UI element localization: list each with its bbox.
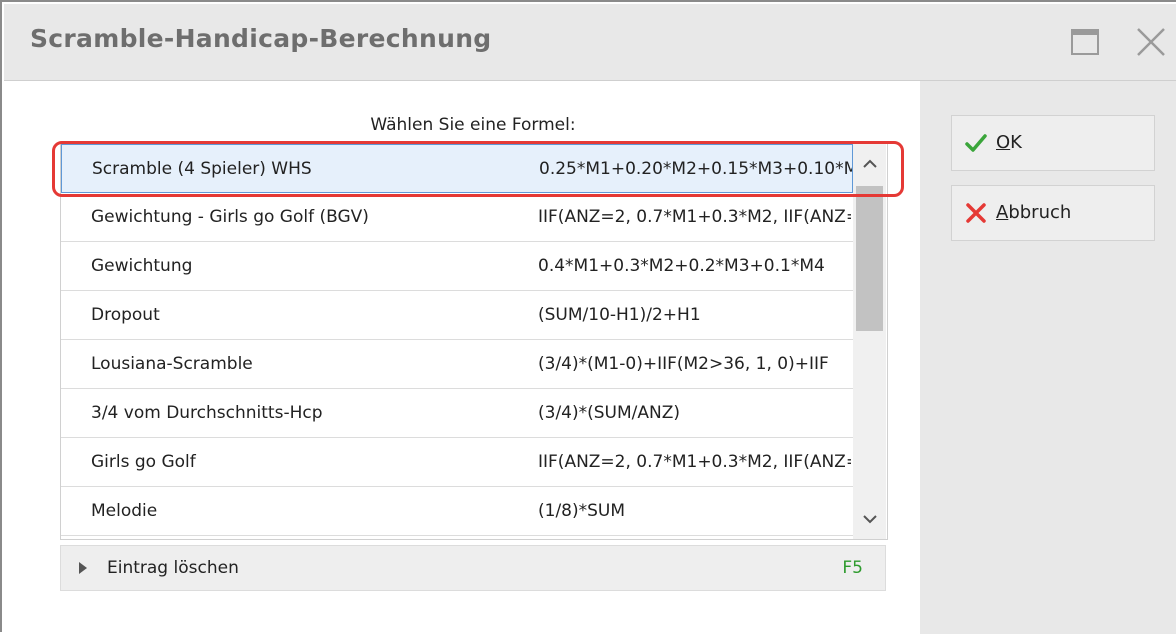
list-item[interactable]: Gewichtung - Girls go Golf (BGV) IIF(ANZ=… <box>61 193 853 242</box>
title-bar: Scramble-Handicap-Berechnung <box>4 4 1176 81</box>
list-item[interactable]: Scramble (4 Spieler) WHS 0.25*M1+0.20*M2+… <box>61 144 853 193</box>
formula-name: Gewichtung - Girls go Golf (BGV) <box>91 207 369 227</box>
ok-button[interactable]: OK <box>951 115 1155 171</box>
formula-name: Lousiana-Scramble <box>91 354 253 374</box>
x-icon <box>966 203 986 223</box>
formula-expression: (1/8)*SUM <box>538 501 626 521</box>
list-item[interactable]: Girls go Golf IIF(ANZ=2, 0.7*M1+0.3*M2, I… <box>61 438 853 487</box>
shortcut-key: F5 <box>842 558 863 578</box>
cancel-label: Abbruch <box>996 202 1072 223</box>
ok-label: OK <box>996 132 1022 153</box>
list-item[interactable]: Gewichtung 0.4*M1+0.3*M2+0.2*M3+0.1*M4 <box>61 242 853 291</box>
formula-name: Dropout <box>91 305 160 325</box>
formula-expression: (3/4)*(M1-0)+IIF(M2>36, 1, 0)+IIF <box>538 354 829 374</box>
window-title: Scramble-Handicap-Berechnung <box>30 24 492 53</box>
formula-prompt: Wählen Sie eine Formel: <box>370 115 576 135</box>
formula-expression: (3/4)*(SUM/ANZ) <box>538 403 681 423</box>
list-scrollbar[interactable] <box>853 144 886 539</box>
list-item[interactable]: Lousiana-Scramble (3/4)*(M1-0)+IIF(M2>36,… <box>61 340 853 389</box>
formula-expression: (SUM/10-H1)/2+H1 <box>538 305 701 325</box>
maximize-button[interactable] <box>1070 28 1100 56</box>
chevron-up-icon <box>862 159 877 168</box>
close-button[interactable] <box>1134 26 1168 58</box>
triangle-right-icon <box>78 560 88 580</box>
formula-name: 3/4 vom Durchschnitts-Hcp <box>91 403 323 423</box>
formula-expression: IIF(ANZ=2, 0.7*M1+0.3*M2, IIF(ANZ=3 <box>538 207 851 227</box>
formula-expression: IIF(ANZ=2, 0.7*M1+0.3*M2, IIF(ANZ=3 <box>538 452 851 472</box>
scroll-thumb[interactable] <box>856 186 883 331</box>
formula-expression: 0.4*M1+0.3*M2+0.2*M3+0.1*M4 <box>538 256 825 276</box>
close-icon <box>1137 28 1165 56</box>
list-item[interactable]: 3/4 vom Durchschnitts-Hcp (3/4)*(SUM/ANZ) <box>61 389 853 438</box>
maximize-icon <box>1071 29 1099 55</box>
delete-entry-label: Eintrag löschen <box>107 558 239 578</box>
formula-name: Scramble (4 Spieler) WHS <box>92 159 312 179</box>
checkmark-icon <box>965 134 987 152</box>
formula-name: Girls go Golf <box>91 452 196 472</box>
scroll-up-button[interactable] <box>853 144 886 184</box>
list-item[interactable]: Dropout (SUM/10-H1)/2+H1 <box>61 291 853 340</box>
delete-entry-bar[interactable]: Eintrag löschen F5 <box>60 545 886 591</box>
cancel-button[interactable]: Abbruch <box>951 185 1155 241</box>
formula-list[interactable]: Scramble (4 Spieler) WHS 0.25*M1+0.20*M2+… <box>60 143 888 540</box>
list-item[interactable]: Melodie (1/8)*SUM <box>61 487 853 536</box>
formula-name: Melodie <box>91 501 158 521</box>
chevron-down-icon <box>862 515 877 524</box>
formula-expression: 0.25*M1+0.20*M2+0.15*M3+0.10*M4 <box>539 159 852 179</box>
formula-name: Gewichtung <box>91 256 193 276</box>
scroll-down-button[interactable] <box>853 499 886 539</box>
